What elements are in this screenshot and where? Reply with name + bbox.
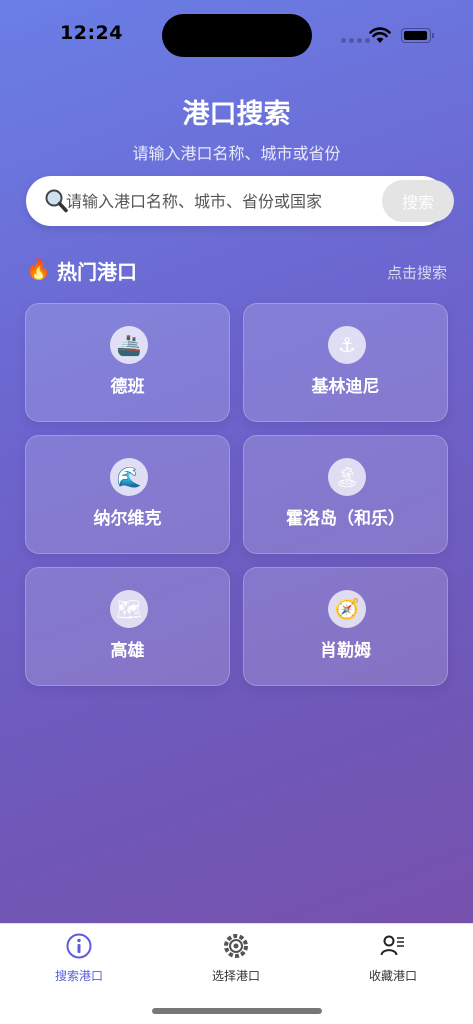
port-card[interactable]: ⚓ 基林迪尼 bbox=[243, 303, 448, 422]
port-card[interactable]: 🌊 纳尔维克 bbox=[25, 435, 230, 554]
info-icon bbox=[66, 933, 92, 959]
section-title: 热门港口 bbox=[57, 260, 137, 284]
settings-icon bbox=[224, 934, 248, 958]
page-subtitle: 请输入港口名称、城市或省份 bbox=[132, 144, 341, 163]
tab-label: 收藏港口 bbox=[368, 969, 417, 983]
popular-ports-grid: 🚢 德班 ⚓ 基林迪尼 🌊 纳尔维克 🏝 霍洛岛（和乐） 🗺 高雄 🧭 肖勒姆 bbox=[25, 303, 448, 686]
map-icon: 🗺 bbox=[110, 590, 148, 628]
search-bar: 搜索 bbox=[26, 176, 454, 226]
fire-icon: 🔥 bbox=[26, 257, 51, 281]
search-input[interactable] bbox=[66, 184, 371, 218]
port-name: 基林迪尼 bbox=[311, 377, 380, 397]
status-time: 12:24 bbox=[60, 22, 123, 44]
tab-select-port[interactable]: 选择港口 bbox=[176, 932, 296, 984]
port-card[interactable]: 🧭 肖勒姆 bbox=[243, 567, 448, 686]
tab-search-ports[interactable]: 搜索港口 bbox=[19, 932, 139, 984]
port-name: 德班 bbox=[110, 377, 145, 397]
wave-icon: 🌊 bbox=[110, 458, 148, 496]
cellular-signal-icon bbox=[341, 38, 370, 43]
status-bar: 12:24 bbox=[0, 0, 473, 60]
home-indicator[interactable] bbox=[152, 1008, 322, 1014]
port-name: 高雄 bbox=[110, 641, 145, 661]
tab-favorite-ports[interactable]: 收藏港口 bbox=[333, 932, 453, 984]
port-card[interactable]: 🏝 霍洛岛（和乐） bbox=[243, 435, 448, 554]
popular-ports-header: 🔥 热门港口 点击搜索 bbox=[26, 254, 447, 284]
port-name: 纳尔维克 bbox=[93, 509, 162, 529]
port-card[interactable]: 🗺 高雄 bbox=[25, 567, 230, 686]
anchor-icon: ⚓ bbox=[328, 326, 366, 364]
search-button[interactable]: 搜索 bbox=[382, 180, 454, 222]
ship-icon: 🚢 bbox=[110, 326, 148, 364]
port-name: 霍洛岛（和乐） bbox=[286, 509, 405, 529]
tab-label: 搜索港口 bbox=[54, 969, 103, 983]
island-icon: 🏝 bbox=[328, 458, 366, 496]
wifi-icon bbox=[369, 27, 391, 43]
user-list-icon bbox=[380, 935, 404, 956]
dynamic-island bbox=[162, 14, 312, 57]
compass-icon: 🧭 bbox=[328, 590, 366, 628]
tab-label: 选择港口 bbox=[211, 969, 260, 983]
click-search-link[interactable]: 点击搜索 bbox=[387, 262, 447, 283]
port-name: 肖勒姆 bbox=[320, 641, 371, 661]
battery-icon bbox=[401, 28, 434, 43]
page-title: 港口搜索 bbox=[182, 99, 291, 130]
port-card[interactable]: 🚢 德班 bbox=[25, 303, 230, 422]
